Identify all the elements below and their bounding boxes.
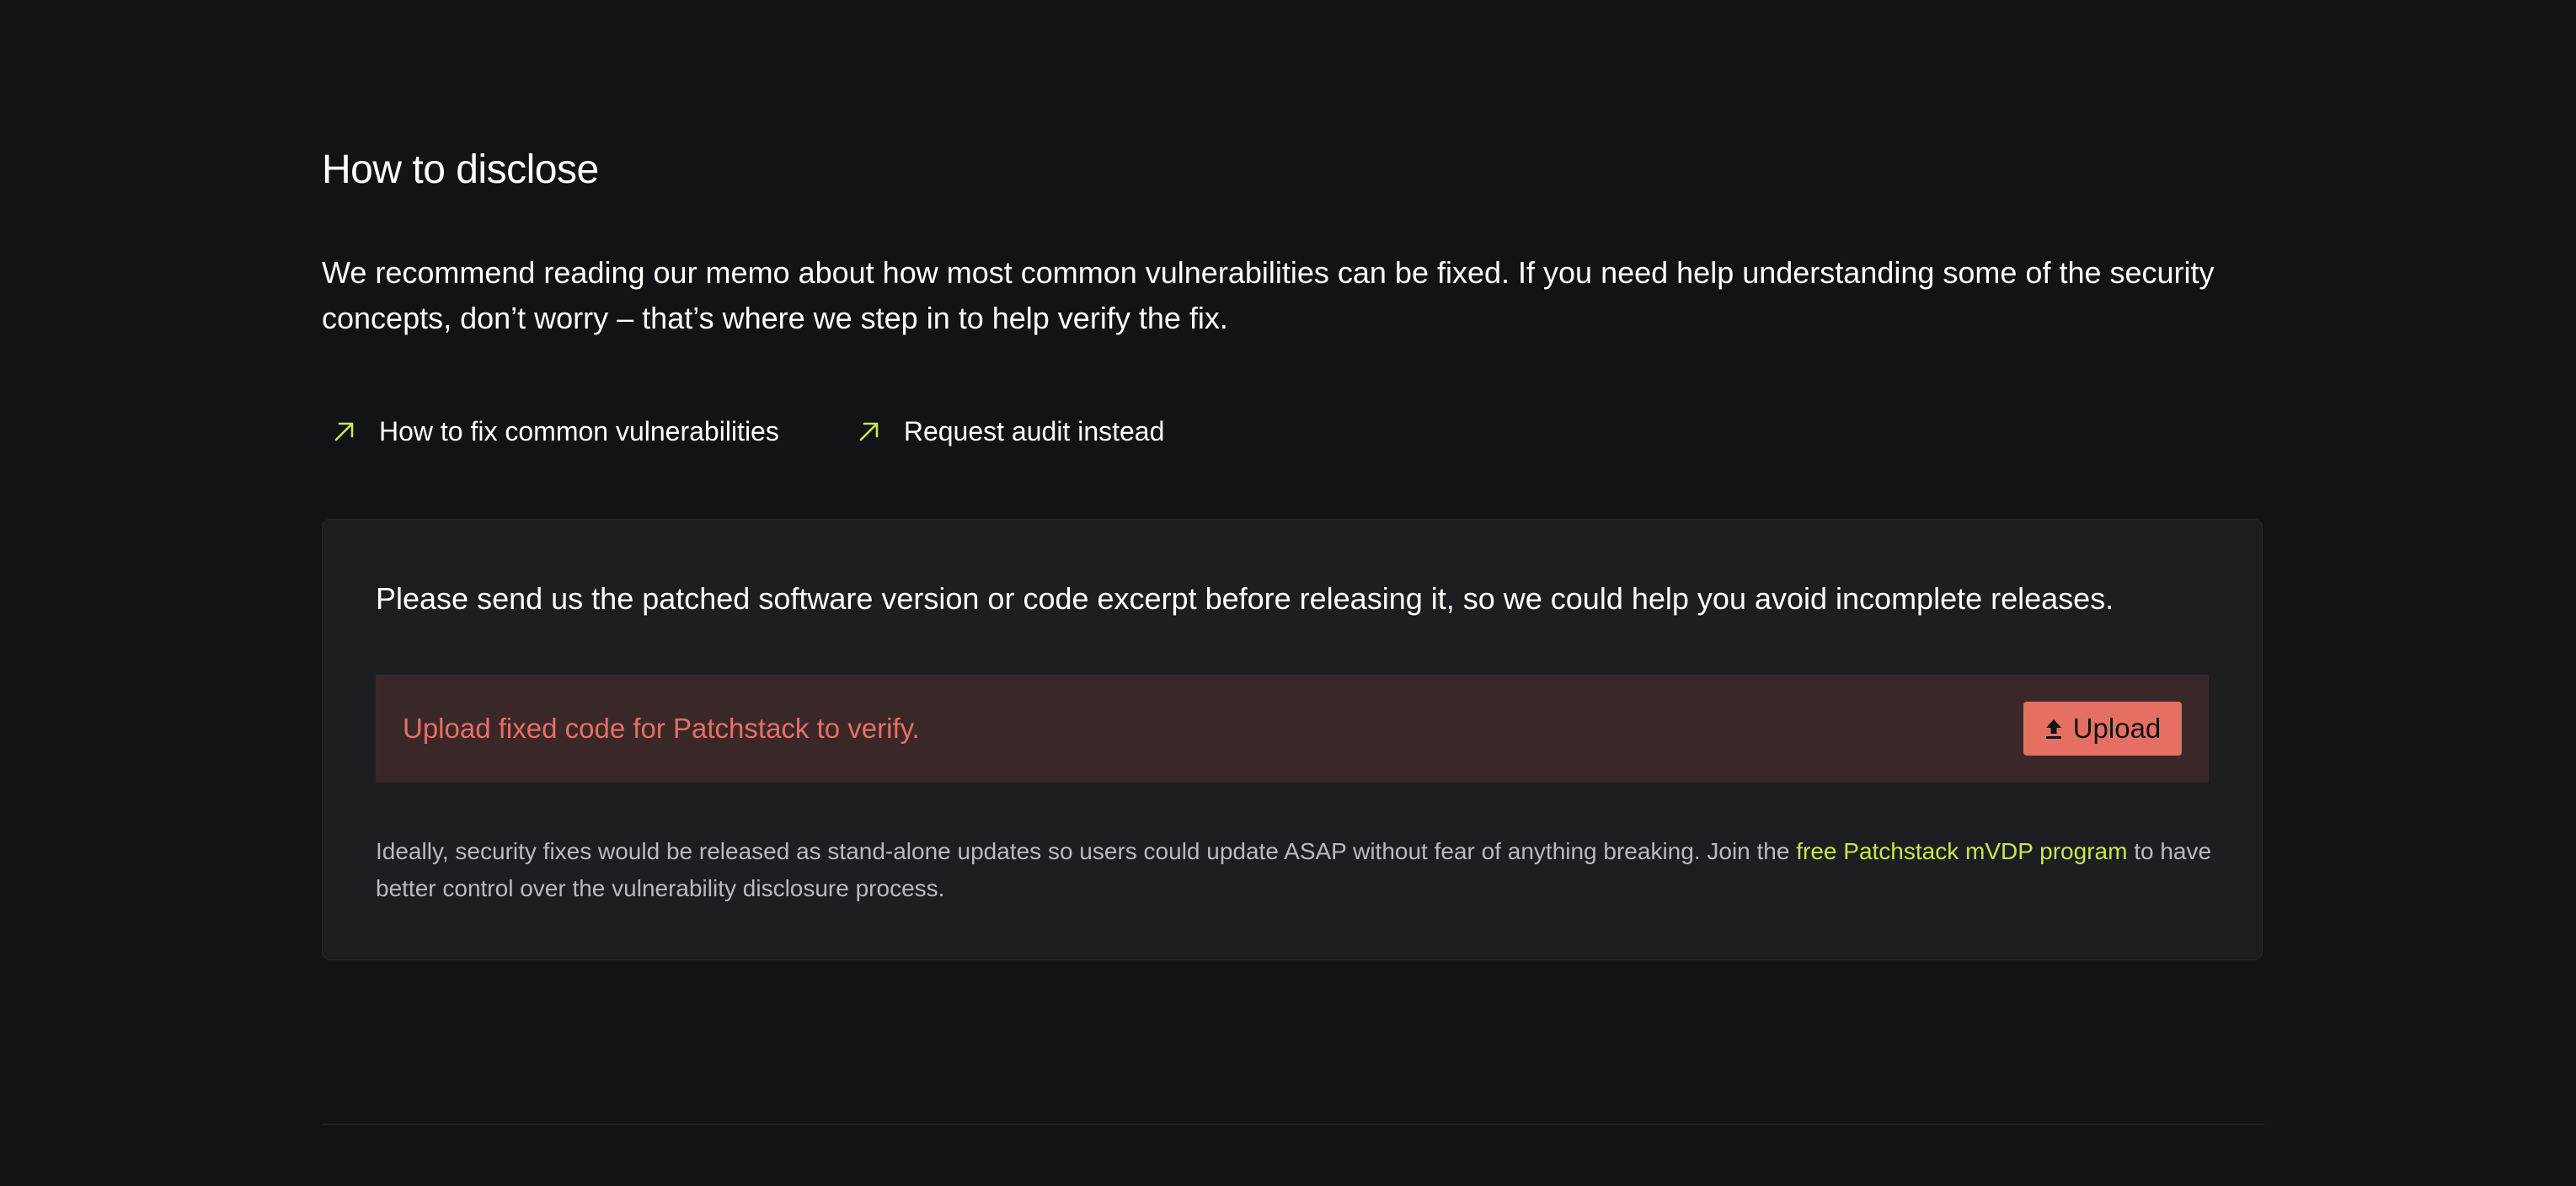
resource-links: How to fix common vulnerabilities Reques…: [332, 410, 1164, 452]
patch-verification-card: Please send us the patched software vers…: [322, 519, 2263, 960]
section-divider: [322, 1124, 2264, 1125]
link-request-audit[interactable]: Request audit instead: [857, 410, 1165, 452]
upload-message: Upload fixed code for Patchstack to veri…: [403, 713, 920, 744]
upload-icon: [2044, 718, 2063, 740]
arrow-up-right-icon: [332, 419, 357, 444]
link-label: How to fix common vulnerabilities: [379, 416, 779, 446]
card-lead-text: Please send us the patched software vers…: [376, 581, 2114, 616]
upload-button[interactable]: Upload: [2023, 702, 2182, 756]
card-note: Ideally, security fixes would be release…: [376, 833, 2221, 907]
upload-button-label: Upload: [2072, 713, 2162, 744]
link-fix-common-vulnerabilities[interactable]: How to fix common vulnerabilities: [332, 410, 779, 452]
arrow-up-right-icon: [857, 419, 882, 444]
link-label: Request audit instead: [903, 416, 1165, 446]
mvdp-program-link[interactable]: free Patchstack mVDP program: [1796, 838, 2127, 864]
upload-alert: Upload fixed code for Patchstack to veri…: [376, 675, 2209, 783]
note-text-before: Ideally, security fixes would be release…: [376, 838, 1797, 864]
section-title: How to disclose: [322, 147, 599, 192]
section-intro: We recommend reading our memo about how …: [322, 255, 2215, 335]
